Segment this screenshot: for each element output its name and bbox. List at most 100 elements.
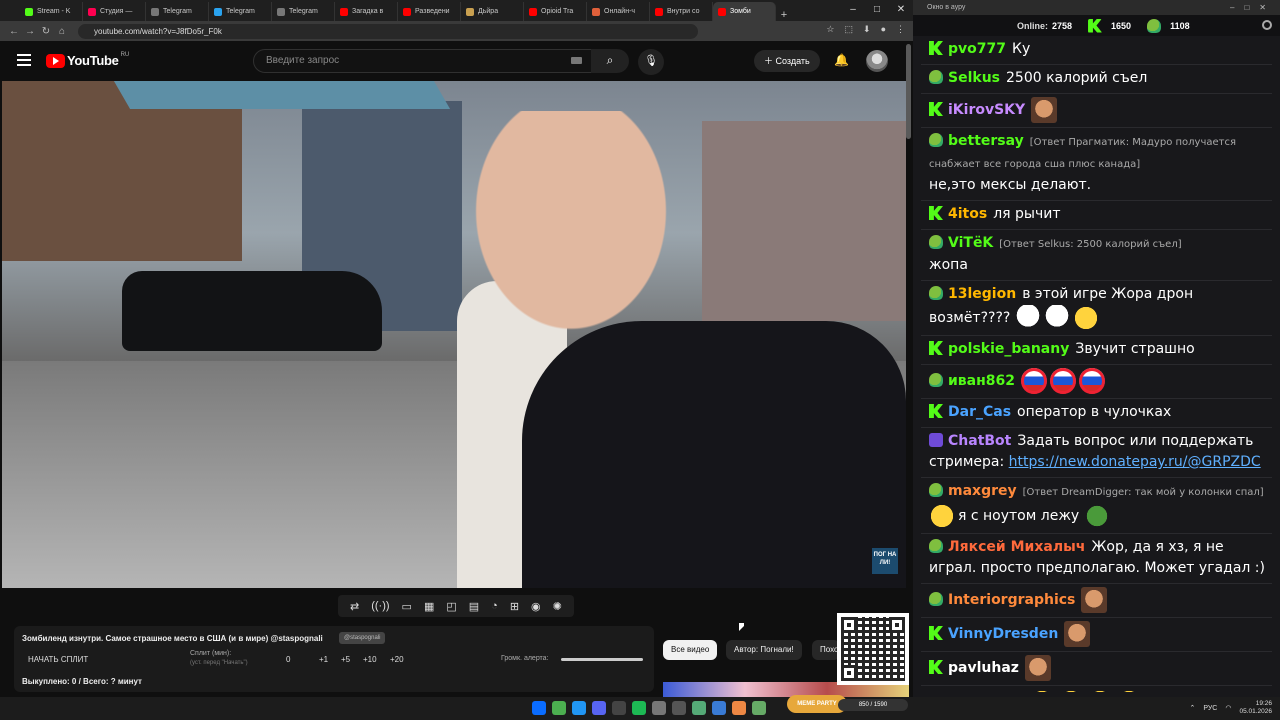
online-label: Online: <box>1017 20 1048 31</box>
clock[interactable]: 19:26 05.01.2026 <box>1239 700 1272 716</box>
browser-tab[interactable]: Opioid Tra <box>524 2 587 21</box>
alert-volume-slider[interactable] <box>561 658 643 661</box>
speed-icon[interactable]: ◔ <box>491 600 498 612</box>
extensions-icon[interactable]: ⬚ <box>845 24 854 35</box>
browser-tab[interactable]: Telegram <box>146 2 209 21</box>
theater-mode-icon[interactable]: ▤ <box>469 600 479 613</box>
chat-username[interactable]: bettersay <box>948 133 1024 149</box>
browser-tab[interactable]: Дьйра <box>461 2 524 21</box>
screenshot-icon[interactable]: ◉ <box>531 600 541 613</box>
chat-username[interactable]: maxgrey <box>948 483 1017 499</box>
split-plus-10-button[interactable]: +10 <box>363 655 377 664</box>
picture-in-picture-icon[interactable]: ◰ <box>446 600 456 613</box>
start-split-button[interactable]: НАЧАТЬ СПЛИТ <box>28 655 88 664</box>
taskbar-app-icon[interactable] <box>552 701 566 715</box>
channel-chip[interactable]: @staspognali <box>339 632 386 644</box>
split-plus-1-button[interactable]: +1 <box>319 655 328 664</box>
maximize-icon[interactable]: □ <box>865 0 889 21</box>
broadcast-icon[interactable]: ((·)) <box>371 600 389 612</box>
tray-chevron-icon[interactable]: ⌃ <box>1189 704 1195 712</box>
menu-icon[interactable]: ⋮ <box>896 24 905 35</box>
forward-icon[interactable]: → <box>22 26 38 37</box>
browser-tab[interactable]: Разведени <box>398 2 461 21</box>
chat-username[interactable]: ChatBot <box>948 433 1011 449</box>
reload-icon[interactable]: ↻ <box>38 26 54 37</box>
chat-username[interactable]: иван862 <box>948 373 1015 389</box>
chat-window-controls[interactable]: –□✕ <box>1230 0 1276 15</box>
download-icon[interactable]: ⬇ <box>863 24 871 35</box>
split-plus-20-button[interactable]: +20 <box>390 655 404 664</box>
film-icon[interactable]: ▦ <box>424 600 434 613</box>
search-input[interactable]: Введите запрос <box>253 49 593 73</box>
taskbar-app-icon[interactable] <box>612 701 626 715</box>
chip-similar[interactable]: Похожие <box>812 640 840 660</box>
language-indicator[interactable]: РУС <box>1203 705 1217 712</box>
chat-username[interactable]: 4itos <box>948 206 987 222</box>
chat-username[interactable]: pavluhaz <box>948 660 1019 676</box>
taskbar-app-icon[interactable] <box>632 701 646 715</box>
laugh-emote-icon <box>929 503 955 529</box>
split-plus-5-button[interactable]: +5 <box>341 655 350 664</box>
chat-link[interactable]: https://new.donatepay.ru/@GRPZDC <box>1009 454 1261 470</box>
browser-tab[interactable]: Загадка в <box>335 2 398 21</box>
back-icon[interactable]: ← <box>6 26 22 37</box>
page-scrollbar[interactable] <box>906 44 911 139</box>
chat-username[interactable]: VinnyDresden <box>948 626 1058 642</box>
chat-username[interactable]: Interiorgraphics <box>948 592 1075 608</box>
chip-author[interactable]: Автор: Погнали! <box>726 640 802 660</box>
video-player[interactable]: ПОГ НА ЛИ! <box>2 81 906 588</box>
browser-tab[interactable]: Онлайн-ч <box>587 2 650 21</box>
new-tab-icon[interactable]: + <box>776 9 792 21</box>
add-clip-icon[interactable]: ⊞ <box>510 600 519 613</box>
chat-username[interactable]: iKirovSKY <box>948 102 1025 118</box>
profile-icon[interactable]: ● <box>881 24 886 35</box>
watch-later-icon[interactable]: ▭ <box>402 600 412 613</box>
home-icon[interactable]: ⌂ <box>54 26 70 37</box>
taskbar-app-icon[interactable] <box>752 701 766 715</box>
chat-username[interactable]: 13legion <box>948 286 1016 302</box>
chat-message: 13legion в этой игре Жора дрон возмёт???? <box>921 281 1272 336</box>
loop-icon[interactable]: ⇄ <box>350 600 359 613</box>
settings-gear-icon[interactable]: ✺ <box>553 600 562 613</box>
taskbar-app-icon[interactable] <box>652 701 666 715</box>
chat-username[interactable]: pvo777 <box>948 41 1006 57</box>
search-button[interactable]: ⌕ <box>591 49 629 73</box>
account-avatar[interactable] <box>866 50 888 72</box>
hamburger-menu-icon[interactable] <box>17 54 31 69</box>
browser-tab[interactable]: Внутри со <box>650 2 713 21</box>
chat-username[interactable]: Ляксей Михалыч <box>948 539 1085 555</box>
taskbar-app-icon[interactable] <box>592 701 606 715</box>
create-button[interactable]: ＋ Создать <box>754 50 820 72</box>
chat-username[interactable]: polskie_banany <box>948 341 1069 357</box>
browser-tab[interactable]: Студия — <box>83 2 146 21</box>
taskbar-app-icon[interactable] <box>532 701 546 715</box>
peepo-badge-icon <box>929 235 943 249</box>
taskbar-app-icon[interactable] <box>712 701 726 715</box>
taskbar-app-icon[interactable] <box>572 701 586 715</box>
browser-tab[interactable]: Telegram <box>209 2 272 21</box>
notifications-bell-icon[interactable]: 🔔 <box>834 53 849 67</box>
keyboard-icon[interactable] <box>571 57 582 64</box>
browser-tab[interactable]: Зомби <box>713 2 776 21</box>
browser-tab[interactable]: Telegram <box>272 2 335 21</box>
chat-username[interactable]: Dar_Cas <box>948 404 1011 420</box>
chat-message-list[interactable]: pvo777 Ку Selkus 2500 калорий съел iKirovSKY… <box>921 36 1272 692</box>
youtube-logo[interactable]: YouTube RU <box>46 52 129 68</box>
close-icon[interactable]: ✕ <box>889 0 913 21</box>
chat-settings-gear-icon[interactable] <box>1262 20 1272 30</box>
voice-search-button[interactable]: 🎙 <box>638 49 664 75</box>
alert-volume-label: Громк. алерта: <box>501 655 549 662</box>
taskbar-app-icon[interactable] <box>672 701 686 715</box>
url-field[interactable]: youtube.com/watch?v=J8fDo5r_F0k <box>78 23 698 39</box>
minimize-icon[interactable]: – <box>841 0 865 21</box>
taskbar-app-icon[interactable] <box>732 701 746 715</box>
tab-label: Дьйра <box>478 8 499 15</box>
chat-username[interactable]: Selkus <box>948 70 1000 86</box>
taskbar-app-icon[interactable] <box>692 701 706 715</box>
chat-username[interactable]: ViTёK <box>948 235 993 251</box>
star-icon[interactable]: ☆ <box>826 24 834 35</box>
browser-tab[interactable]: Stream - K <box>20 2 83 21</box>
chip-all-videos[interactable]: Все видео <box>663 640 718 660</box>
noflag-emote-icon <box>1050 368 1077 394</box>
network-icon[interactable]: ◠ <box>1225 704 1231 712</box>
